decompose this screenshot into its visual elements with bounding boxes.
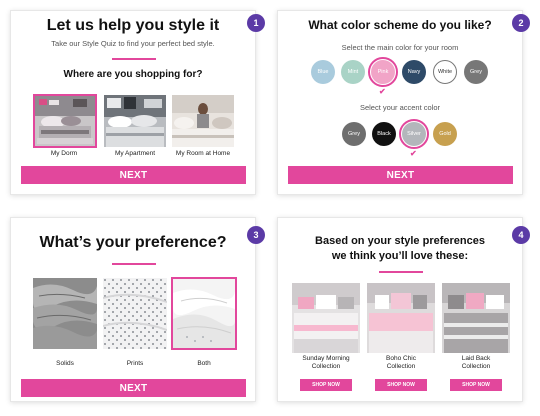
option-label-prints: Prints bbox=[126, 360, 144, 367]
option-label-my-room-at-home: My Room at Home bbox=[175, 150, 231, 157]
swatch-label: Blue bbox=[317, 69, 329, 75]
accent-color-black[interactable]: Black bbox=[372, 122, 396, 146]
checkmark-icon: ✔ bbox=[379, 87, 386, 96]
swatch-label: Gold bbox=[439, 131, 451, 137]
card1-subtitle: Take our Style Quiz to find your perfect… bbox=[51, 39, 215, 48]
card1-title: Let us help you style it bbox=[46, 17, 220, 34]
card3-title: What’s your preference? bbox=[39, 234, 227, 251]
accent-color-silver[interactable]: Silver bbox=[402, 122, 426, 146]
main-color-white[interactable]: White bbox=[433, 60, 457, 84]
main-color-navy[interactable]: Navy bbox=[402, 60, 426, 84]
style-quiz-card-3: 3 What’s your preference? Solids Prints … bbox=[10, 217, 265, 402]
boho-chic-bed-photo bbox=[367, 283, 435, 353]
product-name-line1: Boho Chic bbox=[386, 355, 416, 362]
checkmark-icon: ✔ bbox=[410, 149, 417, 158]
swatch-label: Silver bbox=[407, 131, 421, 137]
card3-divider bbox=[112, 263, 156, 265]
card1-question: Where are you shopping for? bbox=[63, 69, 203, 80]
solid-sheets-photo bbox=[33, 278, 97, 349]
option-prints[interactable] bbox=[103, 278, 167, 349]
swatch-label: Grey bbox=[348, 131, 360, 137]
next-button[interactable]: NEXT bbox=[21, 166, 246, 184]
dorm-room-photo bbox=[35, 96, 95, 146]
card4-divider bbox=[379, 271, 423, 273]
card4-title-line1: Based on your style preferences bbox=[315, 235, 485, 247]
product-name-line2: Collection bbox=[386, 363, 416, 370]
product-name-sunday-morning: Sunday Morning Collection bbox=[288, 355, 364, 371]
option-label-both: Both bbox=[197, 360, 211, 367]
style-quiz-card-4: 4 Based on your style preferences we thi… bbox=[277, 217, 530, 402]
option-label-my-dorm: My Dorm bbox=[50, 150, 78, 157]
swatch-label: Pink bbox=[377, 69, 389, 75]
swatch-label: Black bbox=[377, 131, 391, 137]
swatch-label: Navy bbox=[407, 69, 421, 75]
card1-divider bbox=[112, 58, 156, 60]
mixed-sheets-photo bbox=[173, 279, 235, 348]
option-label-my-apartment: My Apartment bbox=[114, 150, 156, 157]
product-image-sunday-morning[interactable] bbox=[292, 283, 360, 353]
style-quiz-card-1: 1 Let us help you style it Take our Styl… bbox=[10, 10, 265, 195]
option-my-apartment[interactable] bbox=[104, 95, 166, 147]
swatch-label: White bbox=[437, 69, 453, 75]
home-bedroom-photo bbox=[172, 95, 234, 147]
product-name-line2: Collection bbox=[461, 363, 491, 370]
main-color-pink[interactable]: Pink bbox=[371, 60, 395, 84]
apartment-bedroom-photo bbox=[104, 95, 166, 147]
product-image-boho-chic[interactable] bbox=[367, 283, 435, 353]
main-color-grey[interactable]: Grey bbox=[464, 60, 488, 84]
option-label-solids: Solids bbox=[56, 360, 74, 367]
card2-title: What color scheme do you like? bbox=[308, 18, 492, 32]
shop-now-button-sunday-morning[interactable]: SHOP NOW bbox=[300, 379, 352, 391]
accent-color-grey[interactable]: Grey bbox=[342, 122, 366, 146]
product-name-laid-back: Laid Back Collection bbox=[438, 355, 514, 371]
product-name-line1: Sunday Morning bbox=[302, 355, 350, 362]
next-button[interactable]: NEXT bbox=[21, 379, 246, 397]
main-color-label: Select the main color for your room bbox=[341, 43, 459, 52]
main-color-blue[interactable]: Blue bbox=[311, 60, 335, 84]
swatch-label: Grey bbox=[470, 69, 482, 75]
product-name-line1: Laid Back bbox=[461, 355, 491, 362]
next-button[interactable]: NEXT bbox=[288, 166, 513, 184]
accent-color-label: Select your accent color bbox=[359, 103, 441, 112]
swatch-label: Mint bbox=[347, 69, 359, 75]
product-image-laid-back[interactable] bbox=[442, 283, 510, 353]
main-color-mint[interactable]: Mint bbox=[341, 60, 365, 84]
product-name-boho-chic: Boho Chic Collection bbox=[363, 355, 439, 371]
style-quiz-card-2: 2 What color scheme do you like? Select … bbox=[277, 10, 530, 195]
shop-now-button-laid-back[interactable]: SHOP NOW bbox=[450, 379, 502, 391]
option-solids[interactable] bbox=[33, 278, 97, 349]
product-name-line2: Collection bbox=[311, 363, 341, 370]
print-sheets-photo bbox=[103, 278, 167, 349]
card4-title-line2: we think you’ll love these: bbox=[331, 250, 469, 262]
option-my-dorm[interactable] bbox=[33, 94, 97, 148]
option-both[interactable] bbox=[171, 277, 237, 350]
accent-color-gold[interactable]: Gold bbox=[433, 122, 457, 146]
laid-back-bed-photo bbox=[442, 283, 510, 353]
option-my-room-at-home[interactable] bbox=[172, 95, 234, 147]
shop-now-button-boho-chic[interactable]: SHOP NOW bbox=[375, 379, 427, 391]
sunday-morning-bed-photo bbox=[292, 283, 360, 353]
